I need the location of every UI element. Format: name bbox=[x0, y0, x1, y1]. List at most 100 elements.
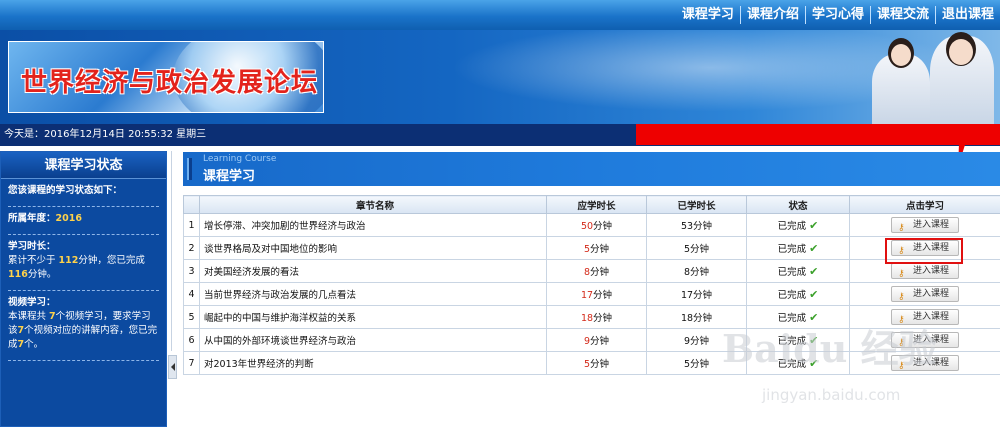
banner-title: 世界经济与政治发展论坛 bbox=[21, 68, 319, 98]
enter-course-label: 进入课程 bbox=[912, 289, 949, 299]
nav-item-course-intro[interactable]: 课程介绍 bbox=[741, 0, 805, 30]
chapter-name: 增长停滞、冲突加剧的世界经济与政治 bbox=[199, 213, 547, 237]
watermark: Baidu 经验 jingyan.baidu.com bbox=[722, 318, 937, 404]
required-duration: 5分钟 bbox=[546, 236, 647, 260]
status-cell: 已完成 ✔ bbox=[746, 259, 850, 283]
enter-course-button[interactable]: ⚷ 进入课程 bbox=[891, 217, 959, 233]
enter-course-button[interactable]: ⚷ 进入课程 bbox=[891, 263, 959, 279]
call-center-people-image bbox=[860, 30, 1000, 124]
banner-logo: 世界经济与政治发展论坛 bbox=[8, 41, 324, 113]
sidebar-intro: 您该课程的学习状态如下： bbox=[1, 179, 166, 198]
table-row: 1 增长停滞、冲突加剧的世界经济与政治 50分钟 53分钟 已完成 ✔ ⚷ 进入课程 bbox=[183, 213, 1000, 237]
studied-duration: 53分钟 bbox=[646, 213, 747, 237]
studied-duration: 17分钟 bbox=[646, 282, 747, 306]
table-row: 2 谈世界格局及对中国地位的影响 5分钟 5分钟 已完成 ✔ ⚷ 进入课程 bbox=[183, 236, 1000, 260]
action-cell: ⚷ 进入课程 bbox=[849, 213, 1000, 237]
row-index: 1 bbox=[183, 213, 200, 237]
study-time-text: 分钟，您已完成 bbox=[78, 255, 145, 266]
key-icon: ⚷ bbox=[898, 223, 905, 233]
top-nav: 课程学习 课程介绍 学习心得 课程交流 退出课程 bbox=[676, 0, 1000, 30]
video-total: 7 bbox=[49, 311, 56, 322]
table-row: 4 当前世界经济与政治发展的几点看法 17分钟 17分钟 已完成 ✔ ⚷ 进入课程 bbox=[183, 282, 1000, 306]
row-index: 6 bbox=[183, 328, 200, 352]
required-unit: 分钟 bbox=[593, 221, 613, 232]
chapter-name: 对美国经济发展的看法 bbox=[199, 259, 547, 283]
nav-item-exit-course[interactable]: 退出课程 bbox=[936, 0, 1000, 30]
top-nav-bar: 课程学习 课程介绍 学习心得 课程交流 退出课程 bbox=[0, 0, 1000, 30]
col-header-studied: 已学时长 bbox=[646, 195, 747, 214]
enter-course-label: 进入课程 bbox=[912, 266, 949, 276]
required-minutes: 17 bbox=[580, 290, 594, 301]
study-time-done: 116 bbox=[8, 269, 28, 280]
required-unit: 分钟 bbox=[590, 336, 610, 347]
required-minutes: 50 bbox=[580, 221, 594, 232]
sidebar-video-study: 视频学习： 本课程共 7个视频学习，要求学习该7个视频对应的讲解内容，您已完成7… bbox=[1, 291, 166, 352]
chapter-name: 崛起中的中国与维护海洋权益的关系 bbox=[199, 305, 547, 329]
nav-item-study-notes[interactable]: 学习心得 bbox=[806, 0, 870, 30]
check-icon: ✔ bbox=[809, 219, 819, 232]
required-duration: 50分钟 bbox=[546, 213, 647, 237]
status-cell: 已完成 ✔ bbox=[746, 213, 850, 237]
required-unit: 分钟 bbox=[590, 244, 610, 255]
chapter-name: 对2013年世界经济的判断 bbox=[199, 351, 547, 375]
status-cell: 已完成 ✔ bbox=[746, 236, 850, 260]
col-header-required: 应学时长 bbox=[546, 195, 647, 214]
row-index: 3 bbox=[183, 259, 200, 283]
col-header-status: 状态 bbox=[746, 195, 850, 214]
required-duration: 8分钟 bbox=[546, 259, 647, 283]
row-index: 4 bbox=[183, 282, 200, 306]
col-header-index bbox=[183, 195, 200, 214]
year-value: 2016 bbox=[55, 213, 82, 224]
page-root: 课程学习 课程介绍 学习心得 课程交流 退出课程 世界经济与政治发展论坛 今天是… bbox=[0, 0, 1000, 427]
divider bbox=[8, 360, 159, 361]
sidebar-intro-text: 您该课程的学习状态如下： bbox=[8, 185, 123, 196]
study-time-text: 分钟。 bbox=[27, 269, 57, 280]
key-icon: ⚷ bbox=[898, 269, 905, 279]
studied-duration: 5分钟 bbox=[646, 236, 747, 260]
section-header: Learning Course 课程学习 bbox=[183, 152, 1000, 186]
studied-duration: 8分钟 bbox=[646, 259, 747, 283]
video-study-text: 本课程共 bbox=[8, 311, 47, 322]
person-left-face bbox=[891, 44, 911, 66]
current-date: 今天是：2016年12月14日 20:55:32 星期三 bbox=[4, 129, 207, 140]
table-header-row: 章节名称 应学时长 已学时长 状态 点击学习 bbox=[183, 195, 1000, 214]
watermark-brand: Baidu 经验 bbox=[722, 326, 937, 371]
required-duration: 17分钟 bbox=[546, 282, 647, 306]
col-header-action: 点击学习 bbox=[849, 195, 1000, 214]
annotation-red-box bbox=[885, 238, 963, 264]
check-icon: ✔ bbox=[809, 242, 819, 255]
person-right-face bbox=[949, 39, 973, 65]
section-marker bbox=[187, 158, 192, 180]
key-icon: ⚷ bbox=[898, 292, 905, 302]
chapter-name: 从中国的外部环境谈世界经济与政治 bbox=[199, 328, 547, 352]
col-header-chapter: 章节名称 bbox=[199, 195, 547, 214]
sidebar-year: 所属年度：2016 bbox=[1, 207, 166, 226]
status-text: 已完成 bbox=[777, 290, 807, 301]
required-duration: 9分钟 bbox=[546, 328, 647, 352]
nav-item-course-study[interactable]: 课程学习 bbox=[676, 0, 740, 30]
watermark-url: jingyan.baidu.com bbox=[762, 386, 901, 404]
enter-course-button[interactable]: ⚷ 进入课程 bbox=[891, 286, 959, 302]
sidebar-split-line bbox=[171, 151, 172, 351]
table-row: 3 对美国经济发展的看法 8分钟 8分钟 已完成 ✔ ⚷ 进入课程 bbox=[183, 259, 1000, 283]
video-study-label: 视频学习： bbox=[8, 297, 56, 308]
nav-item-course-forum[interactable]: 课程交流 bbox=[871, 0, 935, 30]
status-cell: 已完成 ✔ bbox=[746, 282, 850, 306]
study-time-required: 112 bbox=[58, 255, 79, 266]
video-study-text: 个。 bbox=[24, 339, 44, 350]
required-minutes: 18 bbox=[580, 313, 594, 324]
required-unit: 分钟 bbox=[593, 290, 613, 301]
sidebar-title: 课程学习状态 bbox=[1, 152, 166, 179]
required-duration: 5分钟 bbox=[546, 351, 647, 375]
check-icon: ✔ bbox=[809, 265, 819, 278]
chevron-left-icon bbox=[171, 363, 175, 371]
section-title: 课程学习 bbox=[203, 169, 256, 184]
required-unit: 分钟 bbox=[593, 313, 613, 324]
section-title-en: Learning Course bbox=[203, 154, 277, 164]
required-duration: 18分钟 bbox=[546, 305, 647, 329]
study-time-label: 学习时长： bbox=[8, 241, 56, 252]
sidebar-collapse-button[interactable] bbox=[168, 355, 177, 379]
row-index: 7 bbox=[183, 351, 200, 375]
annotation-red-bar bbox=[636, 124, 1000, 145]
row-index: 5 bbox=[183, 305, 200, 329]
